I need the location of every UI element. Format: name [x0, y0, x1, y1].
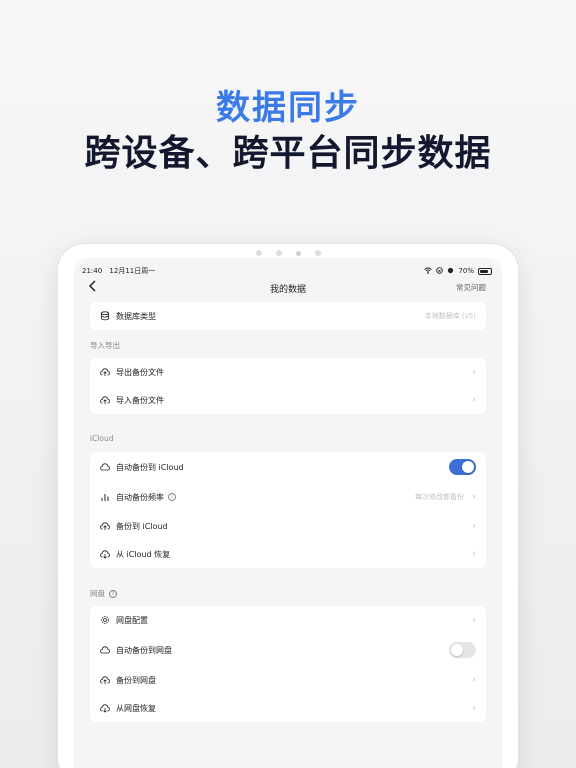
icloud-auto-backup-label: 自动备份到 iCloud: [116, 462, 184, 472]
camera-lens-icon: [295, 251, 301, 256]
status-time: 21:40: [82, 267, 103, 275]
toggle-knob: [451, 644, 463, 656]
sensor-dot: [275, 250, 282, 256]
netdisk-config-row[interactable]: 网盘配置 ›: [90, 606, 486, 634]
chevron-right-icon: ›: [472, 702, 476, 714]
icloud-auto-backup-toggle[interactable]: [449, 459, 476, 475]
netdisk-backup-row[interactable]: 备份到网盘 ›: [90, 666, 486, 694]
cloud-icon: [100, 462, 110, 472]
gear-icon: [100, 615, 110, 625]
export-backup-row[interactable]: 导出备份文件 ›: [90, 358, 486, 386]
status-date: 12月11日周一: [109, 267, 156, 275]
section-label-import-export: 导入导出: [90, 341, 120, 350]
faq-link[interactable]: 常见问题: [456, 282, 486, 293]
cloud-upload-icon: [100, 675, 110, 685]
cloud-upload-icon: [100, 395, 110, 405]
chevron-right-icon: ›: [472, 394, 476, 406]
battery-icon: [478, 267, 492, 275]
sensor-dot: [314, 250, 321, 256]
import-backup-label: 导入备份文件: [116, 395, 164, 405]
netdisk-auto-backup-row: 自动备份到网盘: [90, 634, 486, 666]
bar-chart-icon: [100, 492, 110, 502]
moon-icon: [447, 267, 454, 276]
icloud-frequency-row[interactable]: 自动备份频率 i 每次修改都备份 ›: [90, 482, 486, 512]
import-backup-row[interactable]: 导入备份文件 ›: [90, 386, 486, 414]
database-type-label: 数据库类型: [116, 311, 156, 321]
icloud-backup-row[interactable]: 备份到 iCloud ›: [90, 512, 486, 540]
headline-subtitle: 跨设备、跨平台同步数据: [84, 133, 492, 174]
icloud-restore-label: 从 iCloud 恢复: [116, 549, 171, 559]
chevron-right-icon: ›: [472, 548, 476, 560]
tablet-camera-bar: [0, 250, 576, 256]
icloud-frequency-value: 每次修改都备份: [415, 493, 464, 501]
page-title: 我的数据: [269, 285, 306, 295]
lock-rotation-icon: [436, 266, 444, 276]
status-bar: 21:40 12月11日周一 70%: [82, 265, 492, 277]
icloud-restore-row[interactable]: 从 iCloud 恢复 ›: [90, 540, 486, 568]
help-icon[interactable]: ?: [109, 589, 117, 598]
section-label-netdisk: 网盘 ?: [90, 588, 117, 599]
toggle-knob: [462, 461, 474, 473]
chevron-right-icon: ›: [472, 614, 476, 626]
netdisk-auto-backup-toggle[interactable]: [449, 642, 476, 658]
netdisk-restore-label: 从网盘恢复: [116, 703, 156, 713]
netdisk-restore-row[interactable]: 从网盘恢复 ›: [90, 694, 486, 722]
chevron-right-icon: ›: [472, 491, 476, 503]
cloud-icon: [100, 645, 110, 655]
icloud-auto-backup-row: 自动备份到 iCloud: [90, 452, 486, 482]
icloud-frequency-label: 自动备份频率: [116, 492, 164, 502]
cloud-download-icon: [100, 549, 110, 559]
cloud-upload-icon: [100, 521, 110, 531]
database-icon: [100, 311, 110, 321]
netdisk-backup-label: 备份到网盘: [116, 675, 156, 685]
netdisk-auto-backup-label: 自动备份到网盘: [116, 645, 172, 655]
wifi-icon: [424, 267, 433, 276]
netdisk-card: 网盘配置 › 自动备份到网盘 备份到网盘 › 从网盘恢复 ›: [90, 606, 486, 722]
cloud-upload-icon: [100, 367, 110, 377]
headline-title: 数据同步: [216, 88, 360, 128]
database-card: 数据库类型 本地数据库 (v5): [90, 302, 486, 330]
section-label-icloud: iCloud: [90, 434, 114, 443]
sensor-dot: [255, 250, 262, 256]
chevron-right-icon: ›: [472, 674, 476, 686]
netdisk-config-label: 网盘配置: [116, 615, 148, 625]
chevron-right-icon: ›: [472, 366, 476, 378]
info-icon[interactable]: i: [168, 493, 176, 501]
import-export-card: 导出备份文件 › 导入备份文件 ›: [90, 358, 486, 414]
database-type-row[interactable]: 数据库类型 本地数据库 (v5): [90, 302, 486, 330]
icloud-backup-label: 备份到 iCloud: [116, 521, 168, 531]
icloud-card: 自动备份到 iCloud 自动备份频率 i 每次修改都备份 › 备份到 iClo…: [90, 452, 486, 568]
cloud-download-icon: [100, 703, 110, 713]
database-type-value: 本地数据库 (v5): [424, 312, 476, 320]
app-screen: 21:40 12月11日周一 70% 我的数据 常见问题 数据库类型 本地数据库…: [74, 258, 502, 768]
battery-percent: 70%: [458, 267, 474, 275]
netdisk-section-title: 网盘: [90, 589, 105, 598]
chevron-right-icon: ›: [472, 520, 476, 532]
nav-bar: 我的数据 常见问题: [74, 278, 502, 304]
export-backup-label: 导出备份文件: [116, 367, 164, 377]
